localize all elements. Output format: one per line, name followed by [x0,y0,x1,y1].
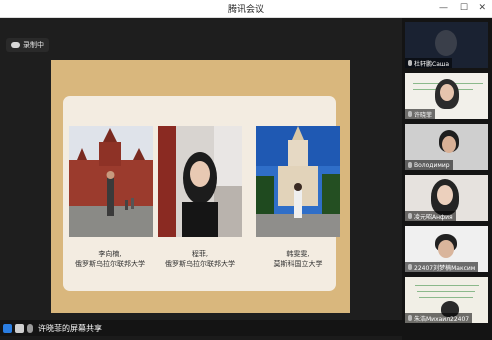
participant-name: Володимир [414,161,450,169]
participant-name: 朱浩Михаил22407 [414,315,470,323]
participant-name-tag: 杜轩鹏Саша [405,58,453,68]
participant-tile[interactable]: 22407刘梦楠Максим [405,226,488,272]
participant-name: 许晓菲 [414,111,433,119]
caption-1: 李向楠, 俄罗斯乌拉尔联邦大学 [58,249,162,269]
photo-university [256,126,340,237]
participant-tile[interactable]: 凌元昭Анфия [405,175,488,221]
window-title: 腾讯会议 [227,5,264,15]
participant-tile[interactable]: Володимир [405,124,488,170]
face [440,84,454,101]
share-status-bar: 许晓菲的屏幕共享 [0,320,405,336]
poster-line [415,285,479,286]
caption-2-school: 俄罗斯乌拉尔联邦大学 [165,260,235,268]
recording-indicator[interactable]: 录制中 [6,38,49,52]
cloud-icon [11,42,20,48]
caption-3: 韩雯雯, 莫斯科国立大学 [246,249,350,269]
shared-screen-area: 录制中 李向楠, 俄罗斯乌拉尔联邦大学 程菲, 俄罗斯乌拉尔联邦大学 韩雯雯, … [0,18,405,336]
caption-2: 程菲, 俄罗斯乌拉尔联邦大学 [148,249,252,269]
mic-icon [408,315,412,321]
mic-icon [408,213,412,219]
face [437,185,453,205]
mic-icon [408,162,412,168]
participant-tile[interactable]: 许晓菲 [405,73,488,119]
caption-1-name: 李向楠, [98,250,122,258]
participant-tile[interactable]: 朱浩Михаил22407 [405,277,488,323]
photo-red-square [69,126,153,237]
caption-3-school: 莫斯科国立大学 [273,260,323,268]
caption-3-name: 韩雯雯, [286,250,310,258]
participant-name: 22407刘梦楠Максим [414,264,476,272]
avatar [435,30,457,56]
poster-line [417,291,475,292]
screen-share-label: 许晓菲的屏幕共享 [38,323,102,333]
minimize-button[interactable]: — [439,2,448,14]
face [442,136,456,153]
close-button[interactable]: ✕ [478,2,486,14]
mic-icon[interactable] [27,323,33,333]
mic-icon [408,111,412,117]
participant-name-tag: 22407刘梦楠Максим [405,262,479,272]
participant-name-tag: 凌元昭Анфия [405,211,456,221]
screen-icon[interactable] [15,323,24,333]
person-icon[interactable] [3,323,12,333]
face [438,240,454,258]
participant-sidebar: 杜轩鹏Саша 许晓菲 Володимир 凌元昭Анфия 22407刘梦楠М… [402,18,492,340]
slide-panel: 李向楠, 俄罗斯乌拉尔联邦大学 程菲, 俄罗斯乌拉尔联邦大学 韩雯雯, 莫斯科国… [63,96,340,291]
photo-portrait [158,126,242,237]
maximize-button[interactable]: ☐ [460,2,468,14]
participant-name-tag: 朱浩Михаил22407 [405,313,473,323]
recording-label: 录制中 [23,41,44,49]
title-bar: 腾讯会议 — ☐ ✕ [0,0,492,18]
caption-1-school: 俄罗斯乌拉尔联邦大学 [75,260,145,268]
caption-2-name: 程菲, [191,250,209,258]
participant-name-tag: 许晓菲 [405,109,436,119]
participant-tile[interactable]: 杜轩鹏Саша [405,22,488,68]
mic-icon [408,264,412,270]
participant-name-tag: Володимир [405,160,453,170]
mic-icon [408,60,412,66]
presentation-slide: 李向楠, 俄罗斯乌拉尔联邦大学 程菲, 俄罗斯乌拉尔联邦大学 韩雯雯, 莫斯科国… [51,60,350,313]
participant-name: 凌元昭Анфия [414,213,453,221]
poster-line [419,297,473,298]
participant-name: 杜轩鹏Саша [414,60,450,68]
